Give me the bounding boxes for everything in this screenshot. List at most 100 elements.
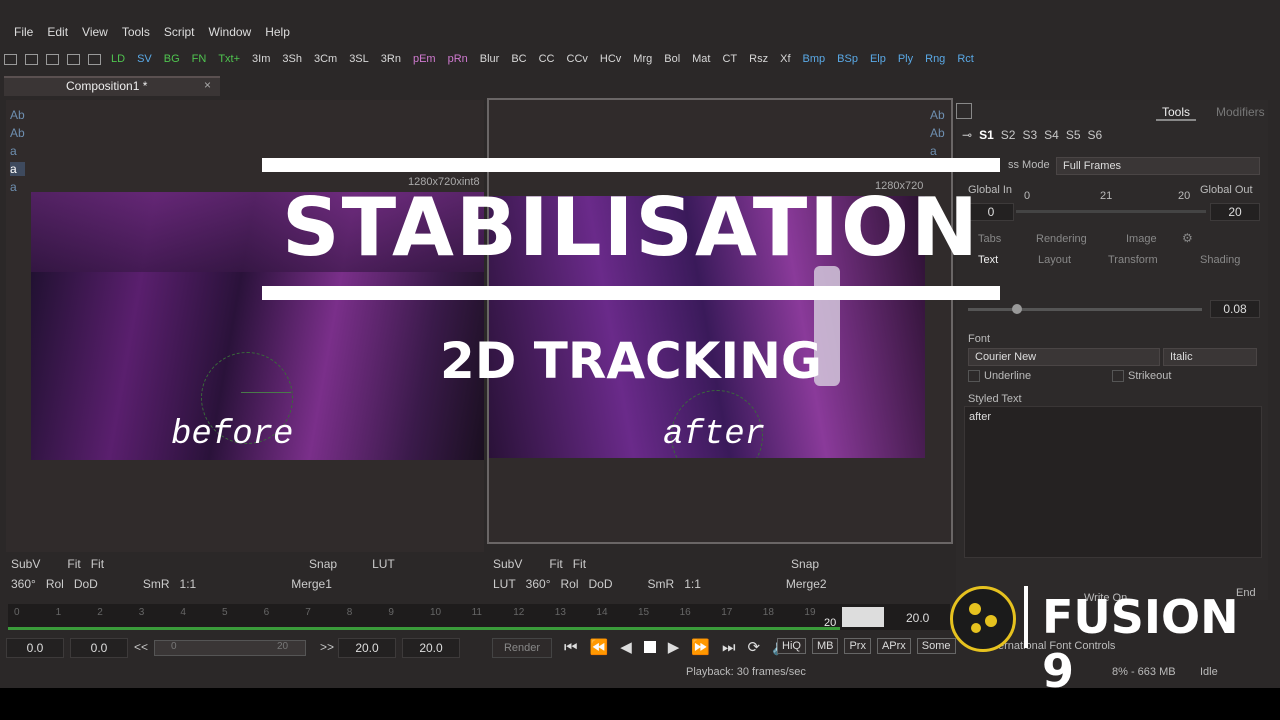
layout-icon[interactable] bbox=[46, 53, 59, 65]
end-time[interactable]: 20.0 bbox=[906, 611, 929, 625]
prx-button[interactable]: Prx bbox=[844, 638, 871, 654]
print-icon[interactable] bbox=[88, 53, 101, 65]
slot-s2[interactable]: S2 bbox=[1001, 128, 1016, 142]
slot-s4[interactable]: S4 bbox=[1044, 128, 1059, 142]
styled-text-area[interactable]: after bbox=[964, 406, 1262, 558]
go-to-start-icon[interactable]: ⏮ bbox=[564, 639, 578, 656]
close-icon[interactable]: × bbox=[204, 78, 211, 92]
loop-icon[interactable]: ⟳ bbox=[748, 638, 761, 656]
slot-s6[interactable]: S6 bbox=[1088, 128, 1103, 142]
global-range-slider[interactable] bbox=[1016, 210, 1206, 213]
menu-view[interactable]: View bbox=[82, 25, 108, 39]
menu-script[interactable]: Script bbox=[164, 25, 195, 39]
fit-button[interactable]: Fit bbox=[549, 557, 562, 571]
tool-button-3cm[interactable]: 3Cm bbox=[314, 53, 337, 65]
rotate-button[interactable]: 360° bbox=[526, 577, 551, 591]
tool-button-blur[interactable]: Blur bbox=[480, 53, 500, 65]
tab-layout[interactable]: Layout bbox=[1038, 254, 1071, 266]
tool-button-3sh[interactable]: 3Sh bbox=[282, 53, 302, 65]
step-forward-button[interactable]: >> bbox=[320, 640, 334, 654]
global-start-field[interactable]: 0.0 bbox=[6, 638, 64, 658]
text-chip-icon[interactable]: a bbox=[10, 180, 25, 194]
tool-button-fn[interactable]: FN bbox=[192, 53, 207, 65]
menu-tools[interactable]: Tools bbox=[122, 25, 150, 39]
dod-button[interactable]: DoD bbox=[74, 577, 98, 591]
roi-button[interactable]: Rol bbox=[46, 577, 64, 591]
tab-modifiers[interactable]: Modifiers bbox=[1216, 105, 1265, 119]
fit-button[interactable]: Fit bbox=[91, 557, 104, 571]
tool-button-mat[interactable]: Mat bbox=[692, 53, 710, 65]
render-start-field[interactable]: 0.0 bbox=[70, 638, 128, 658]
mb-button[interactable]: MB bbox=[811, 638, 839, 654]
zoom-ratio[interactable]: 1:1 bbox=[684, 577, 701, 591]
tool-button-bmp[interactable]: Bmp bbox=[803, 53, 826, 65]
text-chip-icon[interactable]: a bbox=[930, 144, 945, 158]
global-end-field[interactable]: 20.0 bbox=[402, 638, 460, 658]
rewind-icon[interactable]: ⏪ bbox=[590, 638, 609, 656]
slot-s5[interactable]: S5 bbox=[1066, 128, 1081, 142]
layout-icon[interactable] bbox=[67, 53, 80, 65]
tab-shading[interactable]: Shading bbox=[1200, 254, 1240, 266]
subview-button[interactable]: SubV bbox=[11, 557, 40, 571]
settings-icon[interactable]: ⚙ bbox=[1182, 231, 1193, 245]
menu-file[interactable]: File bbox=[14, 25, 33, 39]
lut-button[interactable]: LUT bbox=[372, 557, 395, 571]
fit-button[interactable]: Fit bbox=[67, 557, 80, 571]
go-to-end-icon[interactable]: ⏭ bbox=[722, 639, 736, 656]
text-chip-icon[interactable]: a bbox=[10, 144, 25, 158]
tool-button-sv[interactable]: SV bbox=[137, 53, 152, 65]
range-slider[interactable]: 0 20 bbox=[154, 640, 306, 656]
roi-button[interactable]: Rol bbox=[561, 577, 579, 591]
tool-button-bg[interactable]: BG bbox=[164, 53, 180, 65]
menu-edit[interactable]: Edit bbox=[47, 25, 68, 39]
smr-button[interactable]: SmR bbox=[648, 577, 675, 591]
text-chip-icon[interactable]: Ab bbox=[10, 108, 25, 122]
tool-button-3im[interactable]: 3Im bbox=[252, 53, 270, 65]
tool-button-bsp[interactable]: BSp bbox=[837, 53, 858, 65]
global-out-field[interactable]: 20 bbox=[1210, 203, 1260, 221]
collapse-icon[interactable] bbox=[956, 103, 972, 119]
tool-button-rng[interactable]: Rng bbox=[925, 53, 945, 65]
render-button[interactable]: Render bbox=[492, 638, 552, 658]
tool-button-3rn[interactable]: 3Rn bbox=[381, 53, 401, 65]
subview-button[interactable]: SubV bbox=[493, 557, 522, 571]
tool-button-bc[interactable]: BC bbox=[511, 53, 526, 65]
tool-button-mrg[interactable]: Mrg bbox=[633, 53, 652, 65]
tool-button-3sl[interactable]: 3SL bbox=[349, 53, 369, 65]
tool-button-ct[interactable]: CT bbox=[722, 53, 737, 65]
tab-rendering[interactable]: Rendering bbox=[1036, 233, 1087, 245]
layout-icon[interactable] bbox=[25, 53, 38, 65]
tool-button-pem[interactable]: pEm bbox=[413, 53, 436, 65]
tool-button-xf[interactable]: Xf bbox=[780, 53, 790, 65]
pin-icon[interactable]: ⊸ bbox=[962, 128, 972, 142]
slot-s3[interactable]: S3 bbox=[1022, 128, 1037, 142]
tool-button-prn[interactable]: pRn bbox=[448, 53, 468, 65]
fit-button[interactable]: Fit bbox=[573, 557, 586, 571]
text-chip-icon[interactable]: a bbox=[10, 162, 25, 176]
slot-s1[interactable]: S1 bbox=[979, 128, 994, 142]
text-chip-icon[interactable]: Ab bbox=[930, 126, 945, 140]
tool-button-ccv[interactable]: CCv bbox=[567, 53, 588, 65]
aprx-button[interactable]: APrx bbox=[876, 638, 911, 654]
strikeout-checkbox[interactable] bbox=[1112, 370, 1124, 382]
tool-button-cc[interactable]: CC bbox=[539, 53, 555, 65]
stop-icon[interactable] bbox=[643, 641, 656, 653]
tool-button-txt[interactable]: Txt+ bbox=[218, 53, 240, 65]
text-chip-icon[interactable]: Ab bbox=[930, 108, 945, 122]
composition-tab[interactable]: Composition1 * × bbox=[4, 76, 220, 96]
step-back-button[interactable]: << bbox=[134, 640, 148, 654]
hiq-button[interactable]: HiQ bbox=[777, 638, 806, 654]
tab-image[interactable]: Image bbox=[1126, 233, 1157, 245]
rotate-button[interactable]: 360° bbox=[11, 577, 36, 591]
process-mode-select[interactable]: Full Frames bbox=[1056, 157, 1260, 175]
play-reverse-icon[interactable]: ◀ bbox=[620, 638, 632, 656]
playhead-handle[interactable] bbox=[842, 607, 884, 627]
render-end-field[interactable]: 20.0 bbox=[338, 638, 396, 658]
snap-button[interactable]: Snap bbox=[309, 557, 337, 571]
lut-button[interactable]: LUT bbox=[493, 577, 516, 591]
zoom-ratio[interactable]: 1:1 bbox=[180, 577, 197, 591]
size-slider[interactable] bbox=[968, 304, 1202, 314]
tool-button-elp[interactable]: Elp bbox=[870, 53, 886, 65]
tool-button-ply[interactable]: Ply bbox=[898, 53, 913, 65]
tab-tools[interactable]: Tools bbox=[1156, 105, 1197, 121]
